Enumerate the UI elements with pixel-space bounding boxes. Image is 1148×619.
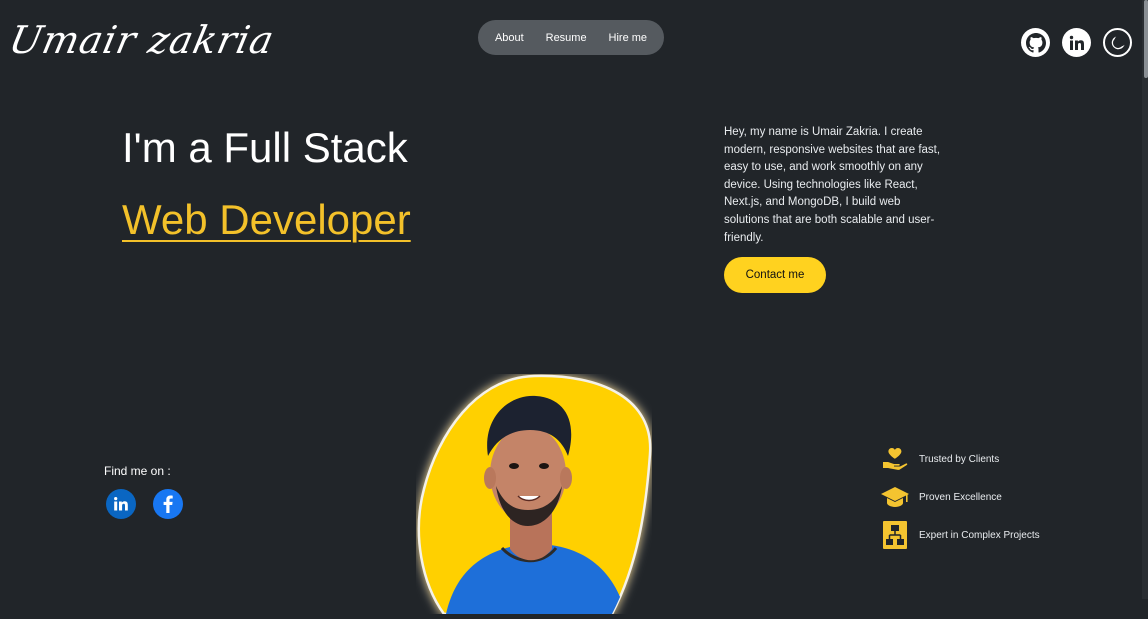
feature-label: Proven Excellence [919, 491, 1002, 503]
contact-me-button[interactable]: Contact me [724, 257, 826, 293]
linkedin-icon[interactable] [1062, 28, 1091, 57]
top-icon-bar [1021, 28, 1132, 57]
social-links [106, 489, 183, 519]
feature-label: Expert in Complex Projects [919, 529, 1040, 541]
page-scrollbar-thumb[interactable] [1144, 0, 1148, 78]
profile-photo [416, 374, 652, 616]
linkedin-icon[interactable] [106, 489, 136, 519]
find-me-label: Find me on : [104, 464, 171, 478]
nav-about[interactable]: About [495, 32, 524, 44]
theme-toggle[interactable] [1103, 28, 1132, 57]
heart-hand-icon [880, 444, 910, 474]
hero-title-line2: Web Developer [122, 196, 411, 243]
hero-intro: Hey, my name is Umair Zakria. I create m… [724, 126, 941, 244]
nav-resume[interactable]: Resume [546, 32, 587, 44]
feature-list: Trusted by Clients Proven Excellence Exp… [880, 440, 1040, 554]
feature-label: Trusted by Clients [919, 453, 1000, 465]
brand-logo[interactable]: Umair zakria [5, 18, 278, 62]
moon-icon [1111, 35, 1125, 49]
network-icon [880, 520, 910, 550]
feature-item: Trusted by Clients [880, 440, 1040, 478]
main-nav: About Resume Hire me [478, 20, 664, 55]
page-scrollbar[interactable] [1142, 0, 1148, 599]
graduation-cap-icon [880, 482, 910, 512]
feature-item: Proven Excellence [880, 478, 1040, 516]
facebook-icon[interactable] [153, 489, 183, 519]
nav-hire-me[interactable]: Hire me [609, 32, 648, 44]
github-icon[interactable] [1021, 28, 1050, 57]
feature-item: Expert in Complex Projects [880, 516, 1040, 554]
hero-title-line1: I'm a Full Stack [122, 124, 408, 171]
